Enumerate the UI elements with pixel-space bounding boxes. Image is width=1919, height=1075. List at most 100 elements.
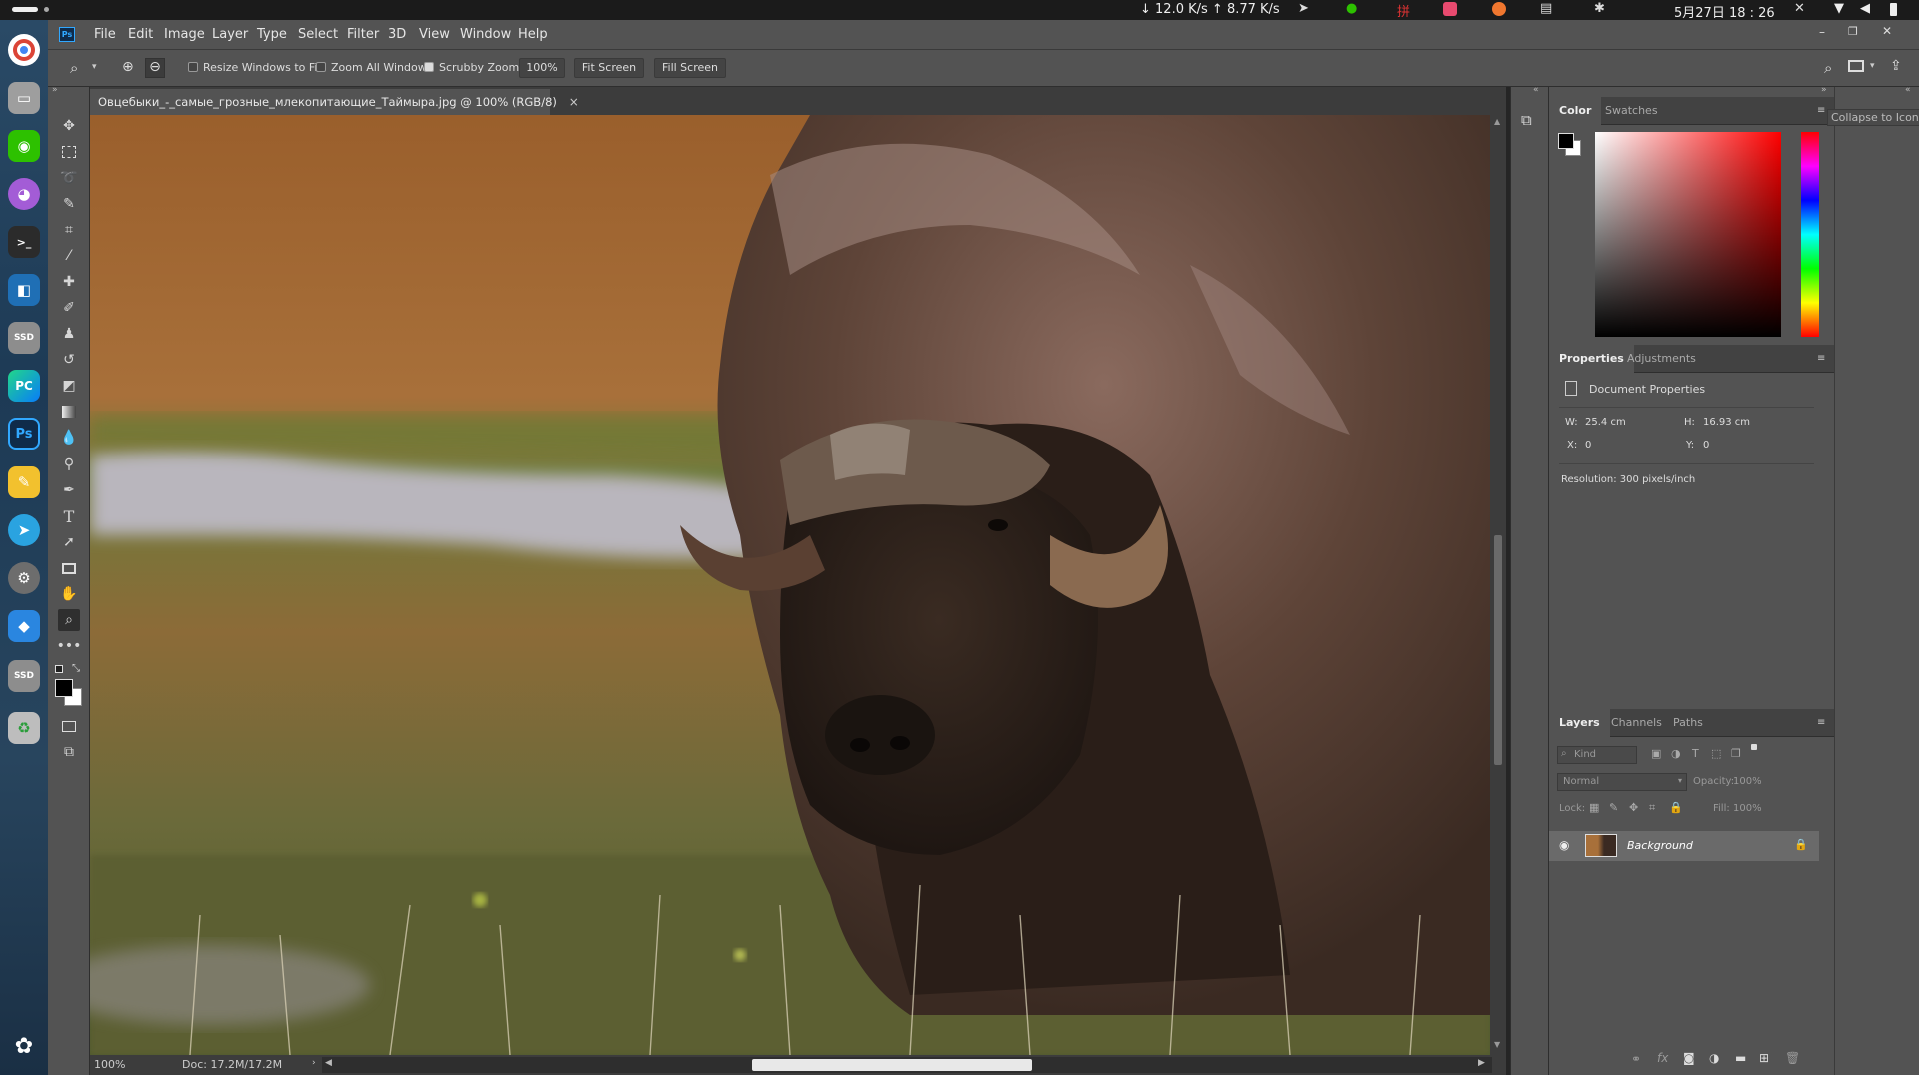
ssd-drive-icon[interactable]: SSD	[8, 322, 40, 354]
lasso-tool-icon[interactable]: ➰	[58, 167, 80, 189]
new-layer-icon[interactable]: ⊞	[1759, 1051, 1769, 1065]
share-icon[interactable]: ⇪	[1890, 58, 1902, 74]
telegram-tray-icon[interactable]: ➤	[1298, 1, 1309, 16]
filter-smart-object-icon[interactable]: ❐	[1731, 747, 1741, 760]
eyedropper-tool-icon[interactable]: ⁄	[58, 245, 80, 267]
menu-select[interactable]: Select	[298, 27, 338, 42]
fill-value[interactable]: 100%	[1733, 803, 1762, 814]
ssd-drive-icon[interactable]: SSD	[8, 660, 40, 692]
virtualbox-icon[interactable]: ◧	[8, 274, 40, 306]
clock[interactable]: 5月27日 18 : 26	[1674, 2, 1775, 21]
notes-icon[interactable]: ✎	[8, 466, 40, 498]
layer-row[interactable]: ◉ Background 🔒	[1549, 831, 1819, 861]
hand-tool-icon[interactable]: ✋	[58, 583, 80, 605]
tab-paths[interactable]: Paths	[1663, 709, 1713, 737]
healing-brush-tool-icon[interactable]: ✚	[58, 271, 80, 293]
scrubby-zoom-checkbox[interactable]	[424, 62, 434, 72]
input-method-tray-icon[interactable]: 拼	[1397, 1, 1410, 20]
tab-channels[interactable]: Channels	[1601, 709, 1672, 737]
x-value[interactable]: 0	[1585, 440, 1591, 451]
swap-colors-icon[interactable]: ⤡	[72, 663, 80, 674]
blend-mode-select[interactable]: Normal ▾	[1557, 773, 1687, 791]
crop-tool-icon[interactable]: ⌗	[58, 219, 80, 241]
gradient-tool-icon[interactable]	[58, 401, 80, 423]
clipboard-tray-icon[interactable]: ▤	[1540, 1, 1552, 16]
resize-windows-checkbox[interactable]	[188, 62, 198, 72]
scroll-right-icon[interactable]: ▶	[1478, 1058, 1485, 1068]
weibo-tray-icon[interactable]	[1492, 2, 1506, 16]
launcher-icon[interactable]: ✿	[8, 1030, 40, 1062]
scroll-up-icon[interactable]: ▲	[1494, 117, 1500, 126]
layer-filter-kind[interactable]: ⌕ Kind	[1557, 746, 1637, 764]
more-tools-icon[interactable]: •••	[57, 635, 82, 657]
panel-menu-icon[interactable]: ≡	[1817, 105, 1825, 116]
telegram-icon[interactable]: ➤	[8, 514, 40, 546]
dodge-tool-icon[interactable]: ⚲	[58, 453, 80, 475]
opacity-value[interactable]: 100%	[1733, 776, 1762, 787]
lock-pixels-icon[interactable]: ✎	[1609, 801, 1618, 814]
type-tool-icon[interactable]: T	[58, 505, 80, 527]
layer-name[interactable]: Background	[1627, 839, 1693, 852]
accessibility-tray-icon[interactable]: ✱	[1594, 1, 1605, 16]
doc-size[interactable]: Doc: 17.2M/17.2M	[182, 1058, 282, 1071]
menu-window[interactable]: Window	[460, 27, 511, 42]
fit-screen-button[interactable]: Fit Screen	[574, 58, 644, 78]
history-panel-icon[interactable]: ⧉	[1521, 111, 1532, 129]
close-icon[interactable]: ✕	[1882, 24, 1892, 38]
filter-shape-icon[interactable]: ⬚	[1711, 747, 1721, 760]
color-fg-swatch[interactable]	[1558, 133, 1574, 149]
height-value[interactable]: 16.93 cm	[1703, 417, 1750, 428]
fill-screen-button[interactable]: Fill Screen	[654, 58, 726, 78]
collapse-arrows-icon[interactable]: «	[1533, 85, 1539, 95]
activities-indicator[interactable]	[12, 7, 38, 12]
volume-icon[interactable]: ◀	[1860, 1, 1870, 16]
zoom-all-checkbox[interactable]	[316, 62, 326, 72]
hue-slider[interactable]	[1801, 132, 1819, 337]
history-brush-tool-icon[interactable]: ↺	[58, 349, 80, 371]
eye-icon[interactable]: ◉	[1559, 838, 1569, 852]
menu-3d[interactable]: 3D	[388, 27, 406, 42]
eraser-tool-icon[interactable]: ◩	[58, 375, 80, 397]
foreground-color-swatch[interactable]	[55, 679, 73, 697]
move-tool-icon[interactable]: ✥	[58, 115, 80, 137]
width-value[interactable]: 25.4 cm	[1585, 417, 1626, 428]
app-store-icon[interactable]: ◆	[8, 610, 40, 642]
search-icon[interactable]: ⌕	[1824, 59, 1832, 77]
cat-app-icon[interactable]: ◕	[8, 178, 40, 210]
quick-select-tool-icon[interactable]: ✎	[58, 193, 80, 215]
tab-swatches[interactable]: Swatches	[1595, 97, 1668, 125]
zoom-percent-field[interactable]: 100%	[519, 58, 565, 78]
recycle-icon[interactable]: ♻	[8, 712, 40, 744]
document-tab[interactable]: Овцебыки_-_самые_грозные_млекопитающие_Т…	[90, 89, 579, 115]
menu-help[interactable]: Help	[518, 27, 548, 42]
add-style-icon[interactable]: fx	[1657, 1051, 1668, 1065]
panel-menu-icon[interactable]: ≡	[1817, 717, 1825, 728]
wifi-icon[interactable]: ▼	[1834, 1, 1844, 16]
zoom-tool-icon[interactable]: ⌕	[58, 609, 80, 631]
document-canvas[interactable]	[90, 115, 1490, 1055]
settings-icon[interactable]: ⚙	[8, 562, 40, 594]
expand-arrows-icon[interactable]: »	[1821, 85, 1827, 95]
tab-adjustments[interactable]: Adjustments	[1617, 345, 1706, 373]
menu-filter[interactable]: Filter	[347, 27, 379, 42]
battery-icon[interactable]	[1890, 3, 1897, 16]
minimize-icon[interactable]: –	[1819, 25, 1825, 39]
lock-all-icon[interactable]: 🔒	[1669, 801, 1683, 814]
zoom-in-icon[interactable]: ⊕	[122, 59, 134, 75]
default-colors-icon[interactable]	[55, 665, 63, 673]
zoom-out-icon[interactable]: ⊖	[145, 58, 165, 78]
menu-edit[interactable]: Edit	[128, 27, 153, 42]
quick-mask-icon[interactable]	[58, 715, 80, 737]
status-menu-arrow-icon[interactable]: ›	[312, 1058, 316, 1068]
brush-tool-icon[interactable]: ✐	[58, 297, 80, 319]
pycharm-icon[interactable]: PC	[8, 370, 40, 402]
vertical-scroll-thumb[interactable]	[1494, 535, 1502, 765]
add-mask-icon[interactable]: ◙	[1683, 1051, 1695, 1065]
wechat-tray-icon[interactable]: ●	[1346, 1, 1357, 16]
vertical-scrollbar[interactable]: ▲ ▼	[1490, 115, 1506, 1055]
terminal-icon[interactable]: >_	[8, 226, 40, 258]
chevron-down-icon[interactable]: ▾	[1870, 61, 1875, 71]
screen-mode-icon[interactable]: ⧉	[58, 741, 80, 763]
panel-menu-icon[interactable]: ≡	[1817, 353, 1825, 364]
stamp-tool-icon[interactable]: ♟	[58, 323, 80, 345]
